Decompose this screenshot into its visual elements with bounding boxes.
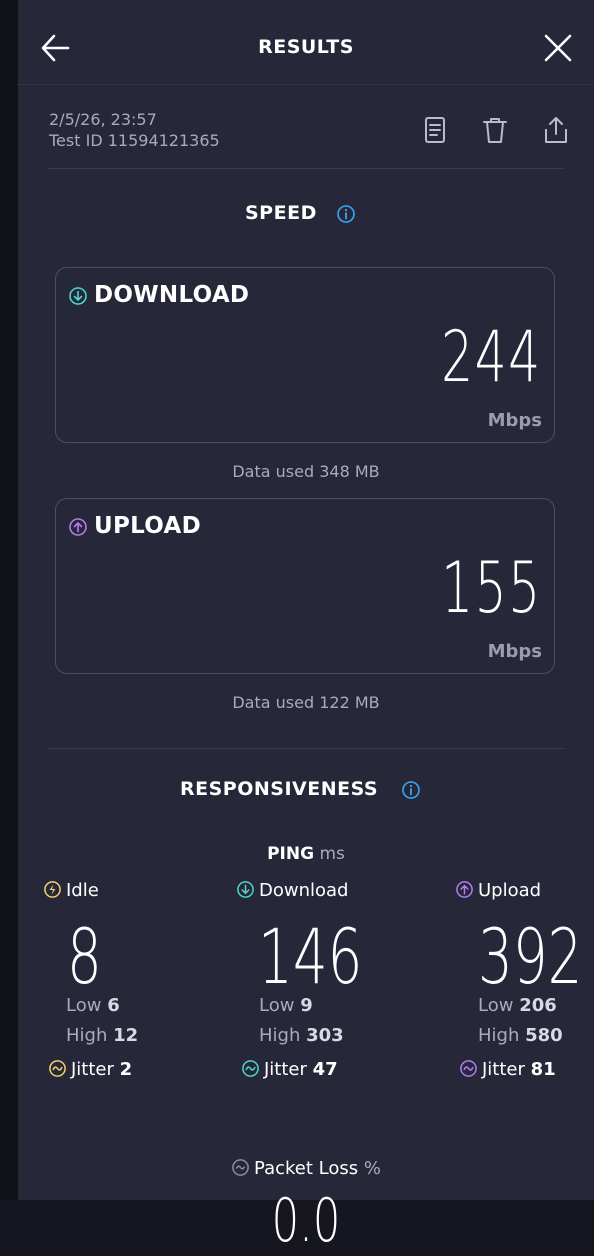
report-button[interactable] — [420, 114, 450, 148]
idle-low: Low 6 — [66, 995, 120, 1016]
download-arrow-icon — [68, 286, 88, 306]
results-screen: RESULTS 2/5/26, 23:57 Test ID 1159412136… — [18, 0, 594, 1256]
info-icon — [402, 781, 420, 799]
share-icon — [545, 117, 567, 143]
test-id: Test ID 11594121365 — [49, 131, 220, 150]
page-title: RESULTS — [258, 36, 354, 58]
upload-card: UPLOAD 155 Mbps — [55, 498, 555, 674]
download-data-used: Data used 348 MB — [232, 462, 380, 481]
upload-data-used: Data used 122 MB — [232, 693, 380, 712]
divider — [47, 168, 564, 169]
idle-lightning-icon — [43, 880, 62, 899]
packet-loss-heading: Packet Loss % — [18, 1158, 594, 1179]
upload-arrow-icon — [68, 517, 88, 537]
upload-ping-header: Upload — [455, 880, 541, 901]
upload-jitter: Jitter 81 — [459, 1059, 556, 1080]
speed-section-title: SPEED — [245, 202, 317, 224]
download-ping-header: Download — [236, 880, 348, 901]
upload-ping-label: Upload — [478, 880, 542, 901]
jitter-wave-icon — [48, 1059, 67, 1078]
idle-header: Idle — [43, 880, 99, 901]
ping-label: PING — [267, 844, 315, 864]
close-icon — [544, 34, 572, 62]
idle-jitter: Jitter 2 — [48, 1059, 132, 1080]
divider — [47, 748, 564, 749]
upload-unit: Mbps — [487, 641, 542, 662]
upload-ping-low: Low 206 — [478, 995, 557, 1016]
upload-ping-high: High 580 — [478, 1025, 563, 1046]
packet-loss-unit: % — [363, 1158, 381, 1179]
speed-info-button[interactable] — [336, 204, 356, 224]
delete-button[interactable] — [480, 114, 510, 148]
upload-speed-value: 155 — [441, 547, 542, 629]
upload-arrow-icon — [455, 880, 474, 899]
jitter-wave-icon — [241, 1059, 260, 1078]
ping-unit: ms — [319, 844, 345, 864]
test-date: 2/5/26, 23:57 — [49, 110, 157, 129]
trash-icon — [483, 118, 507, 143]
document-icon — [425, 117, 445, 143]
download-arrow-icon — [236, 880, 255, 899]
responsiveness-info-button[interactable] — [401, 780, 421, 800]
ping-heading: PING ms — [18, 844, 594, 864]
info-icon — [337, 205, 355, 223]
upload-ping-value: 392 — [478, 912, 583, 1001]
download-card: DOWNLOAD 244 Mbps — [55, 267, 555, 443]
download-unit: Mbps — [487, 410, 542, 431]
download-jitter: Jitter 47 — [241, 1059, 338, 1080]
close-button[interactable] — [540, 30, 576, 66]
background-strip — [0, 0, 18, 1200]
download-label: DOWNLOAD — [94, 282, 250, 308]
idle-label: Idle — [66, 880, 99, 901]
responsiveness-section-title: RESPONSIVENESS — [180, 778, 379, 800]
share-button[interactable] — [541, 114, 571, 148]
download-ping-label: Download — [259, 880, 349, 901]
idle-high: High 12 — [66, 1025, 139, 1046]
packet-loss-icon — [231, 1158, 250, 1177]
packet-loss-value: 0.0 — [271, 1186, 341, 1256]
download-speed-value: 244 — [441, 316, 542, 398]
download-ping-high: High 303 — [259, 1025, 344, 1046]
download-ping-value: 146 — [258, 912, 363, 1001]
packet-loss-label: Packet Loss — [254, 1158, 359, 1179]
jitter-wave-icon — [459, 1059, 478, 1078]
top-bar: RESULTS — [18, 0, 594, 85]
download-ping-low: Low 9 — [259, 995, 313, 1016]
upload-label: UPLOAD — [94, 513, 201, 539]
idle-ping-value: 8 — [67, 912, 102, 1001]
